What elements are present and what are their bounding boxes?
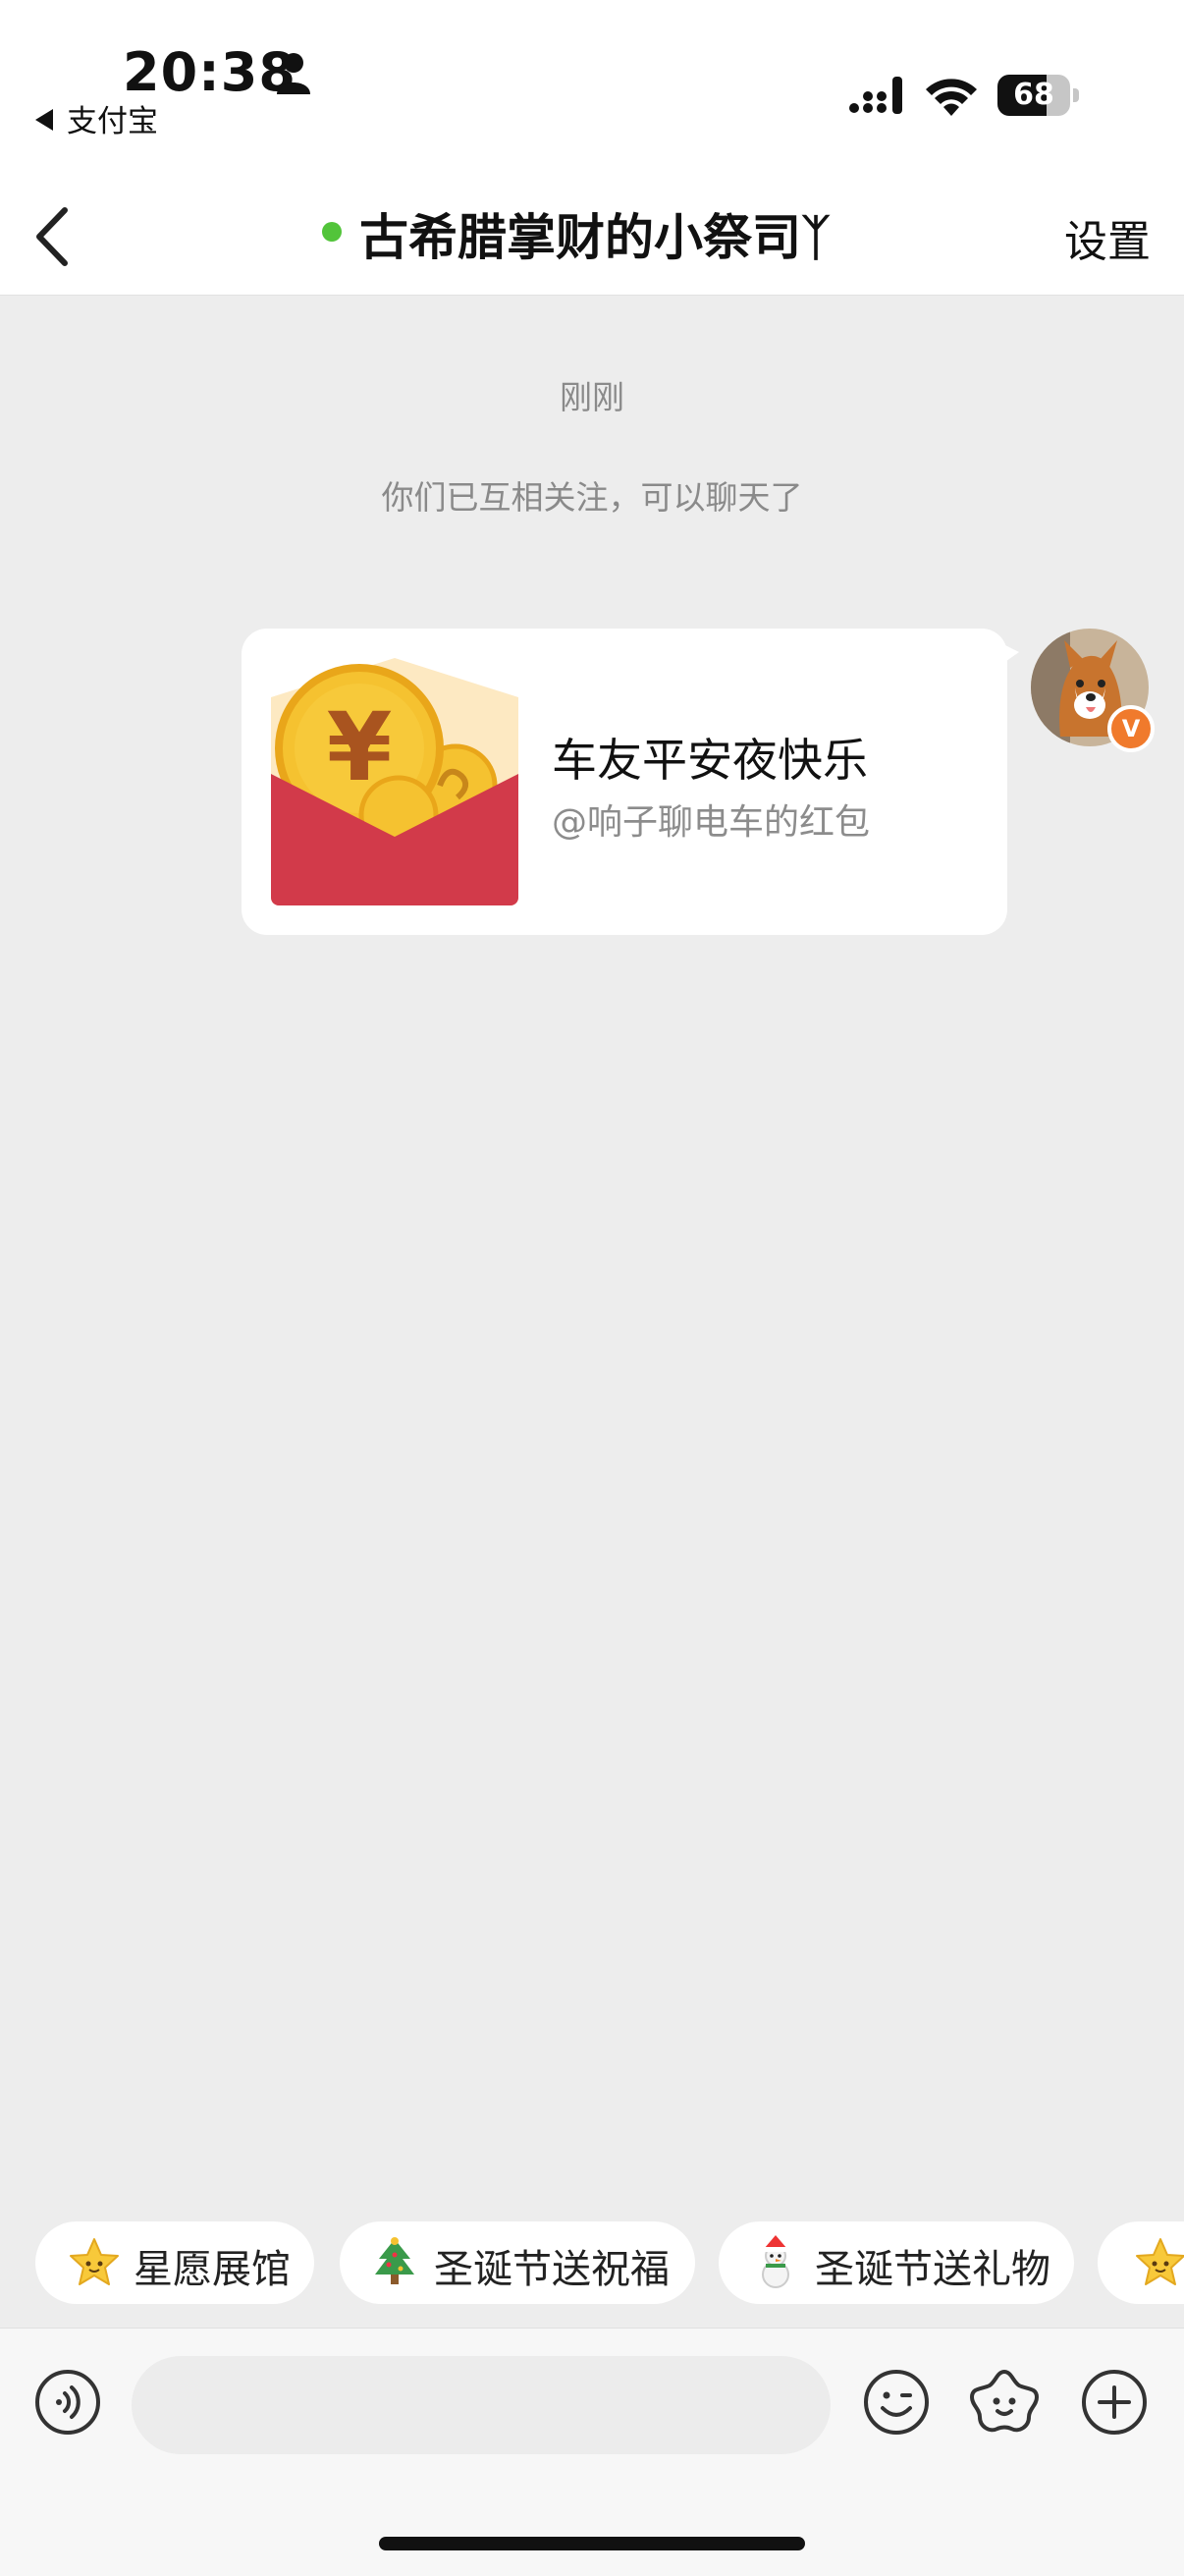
- plus-icon[interactable]: [1080, 2368, 1149, 2437]
- wifi-icon: [926, 79, 977, 116]
- red-packet-title: 车友平安夜快乐: [552, 734, 868, 787]
- chat-header: 古希腊掌财的小祭司ᛉ 设置: [0, 177, 1184, 296]
- back-to-app-link[interactable]: 支付宝: [35, 96, 158, 140]
- settings-button[interactable]: 设置: [1064, 206, 1151, 269]
- quick-reply-chip[interactable]: 星愿展馆: [35, 2221, 314, 2304]
- online-status-dot: [322, 222, 342, 242]
- quick-reply-bar: 星愿展馆 圣诞节送祝福 圣诞节送礼物: [0, 2221, 1184, 2304]
- red-packet-message[interactable]: ¥ 车友平安夜快乐 @响子聊电车的红包: [242, 629, 1007, 935]
- sticker-icon[interactable]: [968, 2366, 1041, 2439]
- home-indicator[interactable]: [379, 2537, 805, 2550]
- status-bar: 20:38 支付宝 68: [0, 0, 1184, 177]
- quick-reply-label: 星愿展馆: [134, 2247, 291, 2292]
- quick-reply-chip[interactable]: [1098, 2221, 1184, 2304]
- red-packet-subtitle: @响子聊电车的红包: [552, 802, 871, 843]
- voice-icon[interactable]: [33, 2368, 102, 2437]
- message-input[interactable]: [132, 2356, 831, 2454]
- quick-reply-label: 圣诞节送祝福: [434, 2247, 670, 2292]
- back-triangle-icon: [35, 109, 53, 131]
- back-chevron-icon[interactable]: [27, 202, 77, 271]
- battery-level: 68: [1013, 78, 1054, 112]
- christmas-tree-icon: [375, 2237, 414, 2284]
- star-face-icon: [70, 2238, 119, 2285]
- snowman-icon: [762, 2235, 789, 2288]
- back-app-label: 支付宝: [67, 104, 158, 139]
- battery-indicator: 68: [997, 75, 1080, 116]
- chat-title: 古希腊掌财的小祭司ᛉ: [359, 209, 831, 266]
- quick-reply-chip[interactable]: 圣诞节送礼物: [719, 2221, 1074, 2304]
- red-packet-icon: ¥: [271, 658, 518, 905]
- cellular-signal-icon: [849, 77, 902, 114]
- status-time: 20:38: [123, 41, 296, 103]
- person-icon: [277, 53, 310, 94]
- verified-badge: V: [1107, 705, 1155, 752]
- quick-reply-chip[interactable]: 圣诞节送祝福: [340, 2221, 695, 2304]
- quick-reply-label: 圣诞节送礼物: [815, 2247, 1050, 2292]
- star-face-icon: [1136, 2238, 1184, 2285]
- emoji-icon[interactable]: [862, 2368, 931, 2437]
- message-timestamp: 刚刚: [560, 378, 624, 416]
- system-message: 你们已互相关注，可以聊天了: [381, 478, 803, 517]
